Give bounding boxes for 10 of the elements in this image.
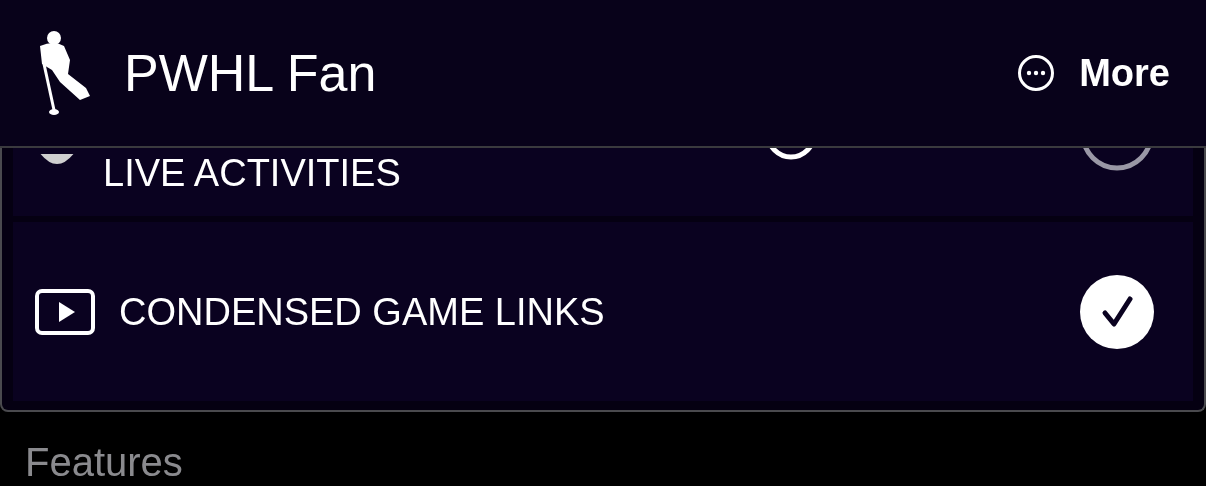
more-icon bbox=[1017, 54, 1056, 92]
setting-label: CONDENSED GAME LINKS bbox=[119, 292, 605, 331]
setting-label: LIVE ACTIVITIES bbox=[103, 154, 401, 192]
play-icon bbox=[35, 288, 95, 335]
setting-row[interactable]: LIVE ACTIVITIES bbox=[13, 148, 1193, 216]
more-button[interactable]: More bbox=[1017, 44, 1170, 102]
app-title: PWHL Fan bbox=[124, 43, 378, 104]
checkbox[interactable] bbox=[1079, 273, 1155, 350]
setting-row[interactable]: CONDENSED GAME LINKS bbox=[13, 222, 1193, 401]
section-heading: Features bbox=[25, 442, 184, 482]
